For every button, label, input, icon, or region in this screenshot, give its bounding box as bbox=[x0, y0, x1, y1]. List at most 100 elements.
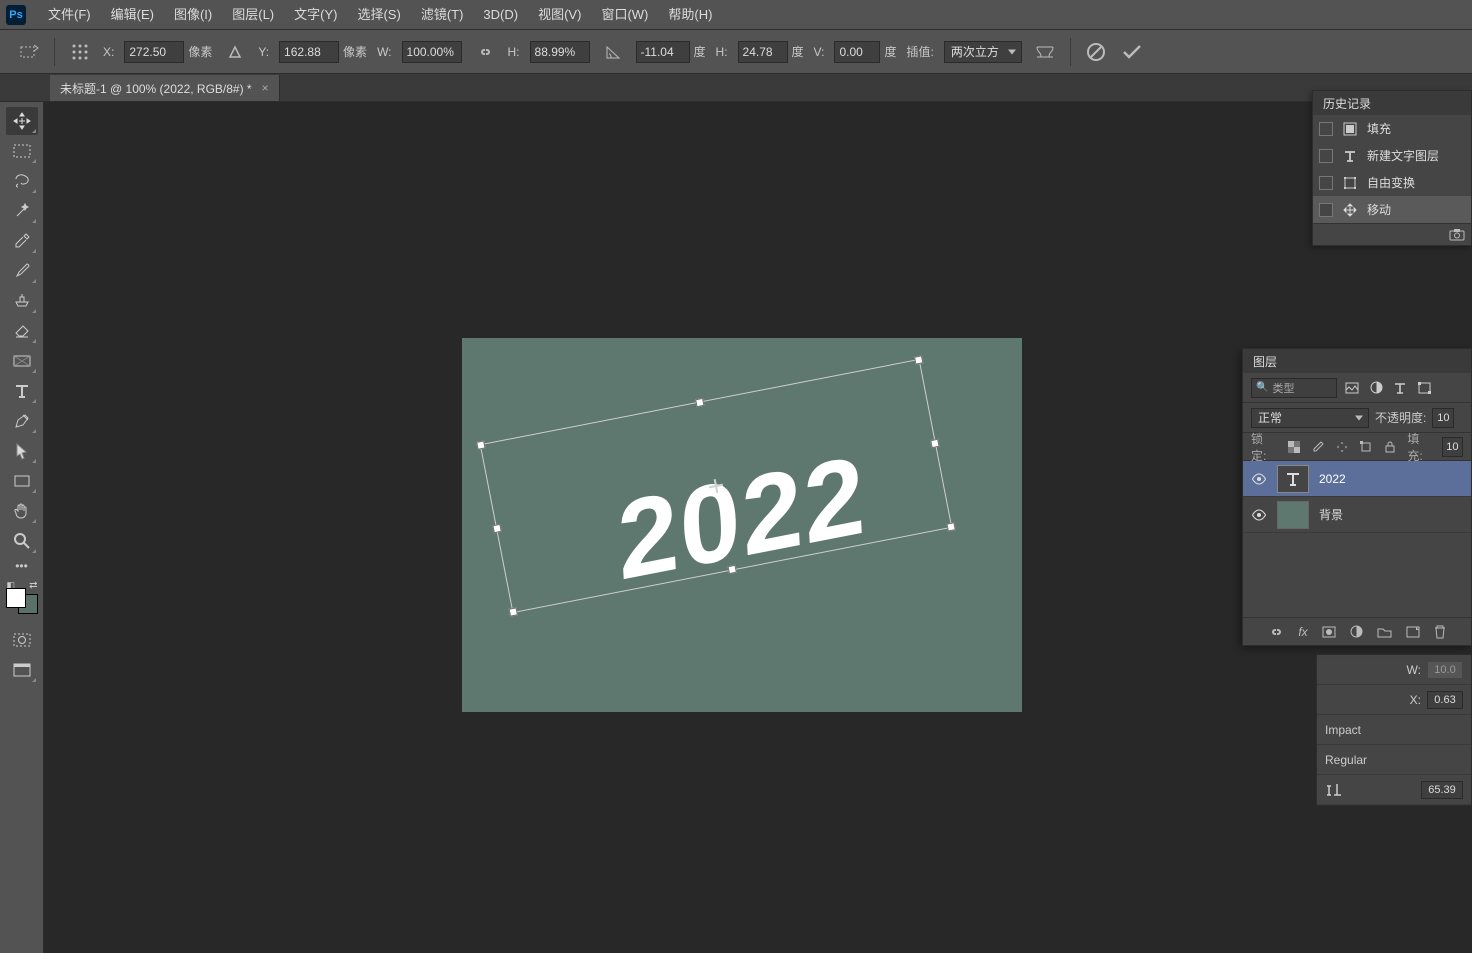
transform-handle[interactable] bbox=[946, 522, 955, 531]
opacity-value[interactable]: 10 bbox=[1432, 408, 1454, 428]
transform-handle[interactable] bbox=[728, 565, 737, 574]
layer-thumbnail[interactable] bbox=[1277, 465, 1309, 493]
transform-handle[interactable] bbox=[695, 398, 704, 407]
rectangle-tool[interactable] bbox=[6, 467, 38, 495]
reference-point-icon[interactable] bbox=[67, 39, 93, 65]
transform-handle[interactable] bbox=[914, 355, 923, 364]
history-item[interactable]: 自由变换 bbox=[1313, 169, 1471, 196]
foreground-color[interactable] bbox=[6, 588, 26, 608]
color-swatches[interactable]: ◧ ⇄ bbox=[6, 582, 38, 614]
menu-select[interactable]: 选择(S) bbox=[347, 0, 410, 30]
lock-pixels-icon[interactable] bbox=[1309, 438, 1327, 456]
menu-layer[interactable]: 图层(L) bbox=[222, 0, 284, 30]
history-item[interactable]: 移动 bbox=[1313, 196, 1471, 223]
opt-h-input[interactable] bbox=[530, 41, 590, 63]
visibility-icon[interactable] bbox=[1251, 509, 1267, 521]
opt-angle-input[interactable] bbox=[636, 41, 690, 63]
fill-value[interactable]: 10 bbox=[1442, 437, 1463, 457]
char-font-row[interactable]: Impact bbox=[1317, 715, 1471, 745]
blend-mode-select[interactable]: 正常 bbox=[1251, 408, 1369, 428]
swap-colors-icon[interactable]: ⇄ bbox=[29, 580, 37, 591]
visibility-icon[interactable] bbox=[1251, 473, 1267, 485]
layers-panel[interactable]: 图层 类型 正常 不透明度: 10 锁定: 填充: 10 bbox=[1242, 348, 1472, 646]
brush-tool[interactable] bbox=[6, 257, 38, 285]
canvas[interactable]: 2022 bbox=[462, 338, 1022, 712]
screenmode-tool[interactable] bbox=[6, 656, 38, 684]
trash-icon[interactable] bbox=[1434, 625, 1446, 639]
hand-tool[interactable] bbox=[6, 497, 38, 525]
opt-x-input[interactable] bbox=[124, 41, 184, 63]
layers-panel-title[interactable]: 图层 bbox=[1243, 349, 1471, 373]
history-panel-title[interactable]: 历史记录 bbox=[1313, 91, 1471, 115]
move-tool[interactable] bbox=[6, 107, 38, 135]
filter-adjust-icon[interactable] bbox=[1367, 379, 1385, 397]
gradient-tool[interactable] bbox=[6, 347, 38, 375]
layer-name[interactable]: 2022 bbox=[1319, 472, 1346, 486]
char-style-row[interactable]: Regular bbox=[1317, 745, 1471, 775]
magic-wand-tool[interactable] bbox=[6, 197, 38, 225]
quickmask-tool[interactable] bbox=[6, 626, 38, 654]
menu-image[interactable]: 图像(I) bbox=[164, 0, 222, 30]
filter-type-icon[interactable] bbox=[1391, 379, 1409, 397]
warp-icon[interactable] bbox=[1032, 39, 1058, 65]
transform-handle[interactable] bbox=[930, 439, 939, 448]
menu-file[interactable]: 文件(F) bbox=[38, 0, 101, 30]
opt-y-input[interactable] bbox=[279, 41, 339, 63]
zoom-tool[interactable] bbox=[6, 527, 38, 555]
character-panel-fragment[interactable]: W: 10.0 X: 0.63 Impact Regular 65.39 bbox=[1316, 654, 1472, 806]
transform-center-icon[interactable] bbox=[708, 478, 724, 494]
close-icon[interactable]: × bbox=[262, 81, 269, 95]
transform-tool-icon[interactable] bbox=[16, 39, 42, 65]
link-layers-icon[interactable] bbox=[1268, 626, 1284, 638]
type-tool[interactable] bbox=[6, 377, 38, 405]
lasso-tool[interactable] bbox=[6, 167, 38, 195]
fx-icon[interactable]: fx bbox=[1298, 625, 1307, 639]
path-select-tool[interactable] bbox=[6, 437, 38, 465]
layer-name[interactable]: 背景 bbox=[1319, 506, 1343, 523]
menu-view[interactable]: 视图(V) bbox=[528, 0, 591, 30]
lock-trans-icon[interactable] bbox=[1285, 438, 1303, 456]
opt-v-input[interactable] bbox=[834, 41, 880, 63]
menu-help[interactable]: 帮助(H) bbox=[658, 0, 722, 30]
eraser-tool[interactable] bbox=[6, 317, 38, 345]
menu-3d[interactable]: 3D(D) bbox=[473, 0, 528, 30]
lock-artboard-icon[interactable] bbox=[1357, 438, 1375, 456]
history-panel[interactable]: 历史记录 填充 新建文字图层 自由变换 移动 bbox=[1312, 90, 1472, 246]
link-icon[interactable] bbox=[472, 39, 498, 65]
layer-thumbnail[interactable] bbox=[1277, 501, 1309, 529]
commit-transform-icon[interactable] bbox=[1119, 39, 1145, 65]
angle-icon[interactable] bbox=[600, 39, 626, 65]
adjustment-icon[interactable] bbox=[1350, 625, 1363, 638]
layer-row[interactable]: 2022 bbox=[1243, 461, 1471, 497]
rect-marquee-tool[interactable] bbox=[6, 137, 38, 165]
filter-pixel-icon[interactable] bbox=[1343, 379, 1361, 397]
history-item[interactable]: 新建文字图层 bbox=[1313, 142, 1471, 169]
transform-handle[interactable] bbox=[476, 440, 485, 449]
opt-h2-input[interactable] bbox=[738, 41, 788, 63]
mask-icon[interactable] bbox=[1322, 626, 1336, 638]
group-icon[interactable] bbox=[1377, 626, 1392, 638]
char-x-value[interactable]: 0.63 bbox=[1427, 691, 1463, 709]
lock-pos-icon[interactable] bbox=[1333, 438, 1351, 456]
new-layer-icon[interactable] bbox=[1406, 626, 1420, 638]
layer-kind-filter[interactable]: 类型 bbox=[1251, 378, 1337, 398]
delta-icon[interactable] bbox=[222, 39, 248, 65]
menu-filter[interactable]: 滤镜(T) bbox=[411, 0, 474, 30]
transform-handle[interactable] bbox=[492, 524, 501, 533]
opt-w-input[interactable] bbox=[402, 41, 462, 63]
clone-stamp-tool[interactable] bbox=[6, 287, 38, 315]
transform-handle[interactable] bbox=[509, 607, 518, 616]
new-snapshot-icon[interactable] bbox=[1449, 228, 1465, 241]
menu-edit[interactable]: 编辑(E) bbox=[101, 0, 164, 30]
eyedropper-tool[interactable] bbox=[6, 227, 38, 255]
cancel-transform-icon[interactable] bbox=[1083, 39, 1109, 65]
menu-type[interactable]: 文字(Y) bbox=[284, 0, 347, 30]
opt-interp-select[interactable]: 两次立方 bbox=[944, 41, 1022, 63]
filter-shape-icon[interactable] bbox=[1415, 379, 1433, 397]
lock-all-icon[interactable] bbox=[1381, 438, 1399, 456]
char-size-value[interactable]: 65.39 bbox=[1421, 781, 1463, 799]
menu-window[interactable]: 窗口(W) bbox=[591, 0, 658, 30]
document-tab[interactable]: 未标题-1 @ 100% (2022, RGB/8#) * × bbox=[50, 75, 280, 101]
pen-tool[interactable] bbox=[6, 407, 38, 435]
layer-row[interactable]: 背景 bbox=[1243, 497, 1471, 533]
